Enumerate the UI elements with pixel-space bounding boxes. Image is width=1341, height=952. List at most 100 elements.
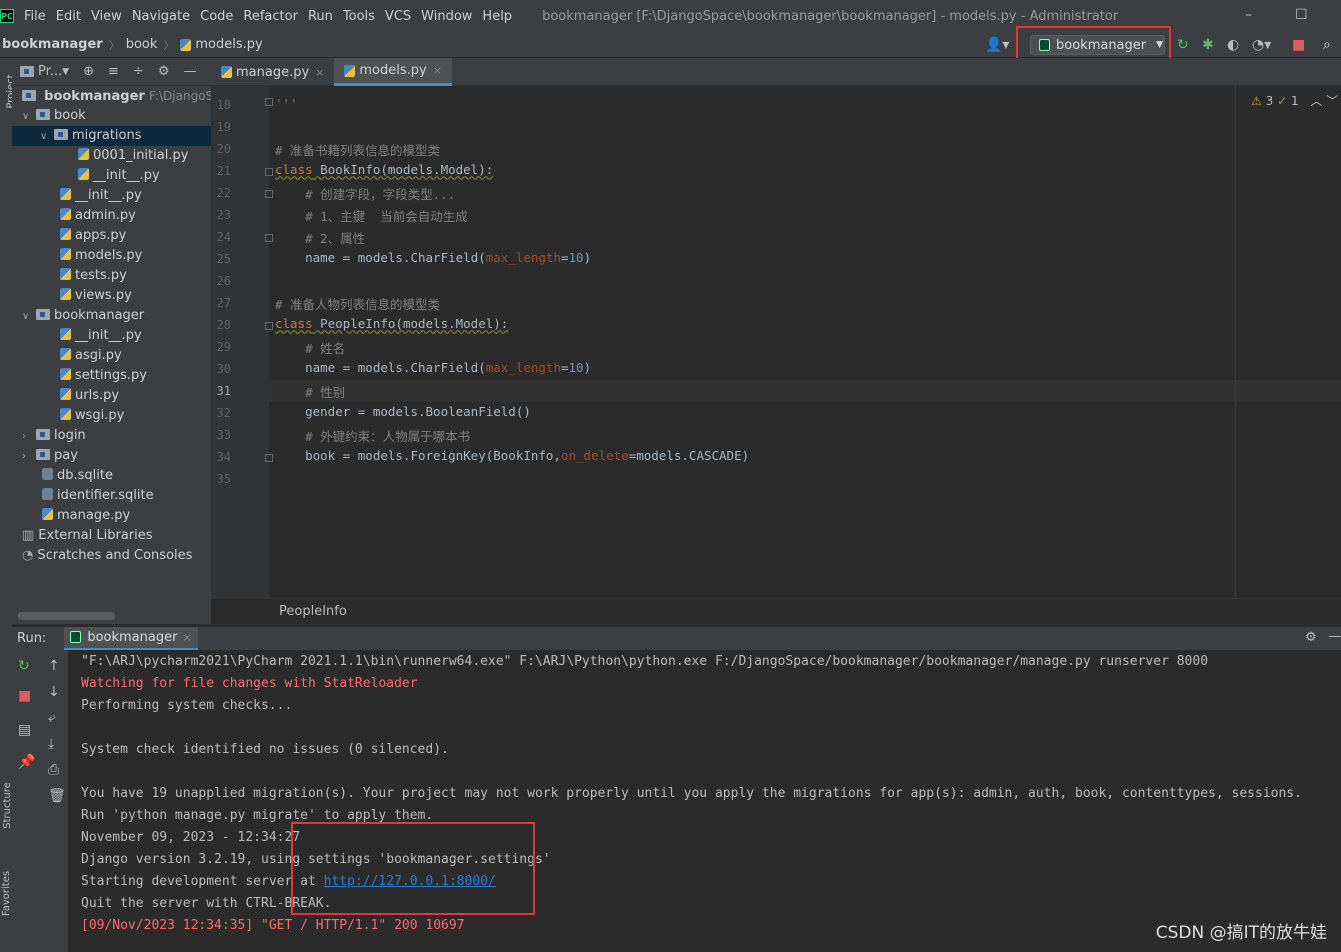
tree-item-bm-init[interactable]: __init__.py	[60, 326, 142, 346]
breadcrumb-book[interactable]: book	[126, 37, 158, 52]
tree-item-migrations[interactable]: ∨ migrations	[12, 126, 211, 146]
breadcrumb-file[interactable]: models.py	[195, 37, 262, 52]
arrow-up-icon[interactable]: ↑	[48, 658, 60, 674]
tree-item-0001-initial[interactable]: 0001_initial.py	[78, 146, 188, 166]
chevron-up-icon[interactable]: ︿	[1310, 94, 1322, 108]
rerun-icon[interactable]: ↻	[18, 658, 30, 674]
profile-icon[interactable]: ◔▾	[1252, 37, 1271, 53]
tree-item-admin[interactable]: admin.py	[60, 206, 136, 226]
run-console[interactable]: "F:\ARJ\pycharm2021\PyCharm 2021.1.1\bin…	[68, 650, 1341, 952]
tree-item-urls[interactable]: urls.py	[60, 386, 119, 406]
hide-icon[interactable]: —	[1328, 629, 1341, 644]
print-icon[interactable]: ⎙	[48, 762, 59, 778]
tree-item-label: apps.py	[75, 228, 127, 243]
chevron-down-icon: ▼	[62, 66, 70, 77]
tree-item-tests[interactable]: tests.py	[60, 266, 127, 286]
pin-icon[interactable]: 📌	[18, 754, 35, 770]
tree-item-label: admin.py	[75, 208, 136, 223]
menu-help[interactable]: Help	[482, 9, 512, 24]
code-line-29: # 姓名	[275, 341, 346, 356]
gear-icon[interactable]: ⚙	[1305, 630, 1317, 645]
code-line-25: name = models.CharField(max_length=10)	[275, 250, 592, 265]
menu-edit[interactable]: Edit	[56, 9, 81, 24]
tree-item-wsgi[interactable]: wsgi.py	[60, 406, 124, 426]
line-number: 27	[216, 296, 231, 310]
tree-item-asgi[interactable]: asgi.py	[60, 346, 122, 366]
layout-icon[interactable]: ▤	[18, 722, 31, 738]
tree-item-migrations-init[interactable]: __init__.py	[78, 166, 160, 186]
trash-icon[interactable]: 🗑	[48, 788, 66, 804]
fold-marker-icon[interactable]	[265, 190, 273, 198]
locate-icon[interactable]: ⊕	[83, 64, 94, 79]
expand-all-icon[interactable]: ≡	[108, 64, 119, 79]
menu-window[interactable]: Window	[421, 9, 472, 24]
menu-refactor[interactable]: Refactor	[243, 9, 298, 24]
tree-item-book-init[interactable]: __init__.py	[60, 186, 142, 206]
collapse-all-icon[interactable]: ÷	[133, 64, 144, 79]
fold-marker-icon[interactable]	[265, 454, 273, 462]
search-icon[interactable]: ⌕	[1323, 37, 1331, 53]
menu-navigate[interactable]: Navigate	[132, 9, 190, 24]
coverage-icon[interactable]: ◐	[1227, 37, 1239, 53]
tree-item-book[interactable]: ∨ book	[22, 106, 86, 126]
tree-item-settings[interactable]: settings.py	[60, 366, 147, 386]
tab-manage-py[interactable]: manage.py ×	[211, 58, 334, 86]
tree-item-login[interactable]: › login	[22, 426, 86, 446]
database-file-icon	[42, 468, 53, 480]
project-scrollbar[interactable]	[18, 612, 115, 620]
close-icon[interactable]: ×	[182, 631, 191, 644]
tree-item-scratches[interactable]: ◔ Scratches and Consoles	[22, 546, 192, 566]
rerun-icon[interactable]: ↻	[1177, 37, 1189, 53]
tree-item-external-libraries[interactable]: ▥ External Libraries	[22, 526, 153, 546]
tree-item-bookmanager[interactable]: ∨ bookmanager	[22, 306, 144, 326]
line-number: 22	[216, 186, 231, 200]
run-tab-bookmanager[interactable]: bookmanager ×	[64, 626, 198, 651]
close-icon[interactable]: ×	[315, 66, 324, 79]
stop-icon[interactable]: ■	[18, 688, 31, 704]
code-line-28: class PeopleInfo(models.Model):	[275, 316, 509, 331]
fold-marker-icon[interactable]	[265, 98, 273, 106]
line-number: 21	[216, 164, 231, 178]
chevron-down-icon[interactable]: ﹀	[1326, 94, 1338, 108]
code-editor[interactable]: 18 19 20 21 22 23 24 25 26 27 28 29 30 3…	[211, 86, 1341, 598]
menu-vcs[interactable]: VCS	[385, 9, 411, 24]
tree-item-apps[interactable]: apps.py	[60, 226, 126, 246]
fold-marker-icon[interactable]	[265, 168, 273, 176]
tree-item-label: tests.py	[75, 268, 127, 283]
breadcrumb-project[interactable]: bookmanager	[2, 37, 103, 52]
scroll-to-end-icon[interactable]: ⤓	[48, 736, 54, 752]
stop-icon[interactable]: ■	[1292, 37, 1305, 53]
tree-item-db-sqlite[interactable]: db.sqlite	[42, 466, 113, 486]
tree-item-identifier-sqlite[interactable]: identifier.sqlite	[42, 486, 154, 506]
line-number: 32	[216, 406, 231, 420]
tree-item-pay[interactable]: › pay	[22, 446, 78, 466]
fold-marker-icon[interactable]	[265, 234, 273, 242]
tree-root[interactable]: bookmanager F:\DjangoSpa	[22, 86, 228, 106]
minimize-button[interactable]: –	[1245, 7, 1252, 23]
code-breadcrumb[interactable]: PeopleInfo	[211, 598, 1341, 624]
tree-item-manage[interactable]: manage.py	[42, 506, 130, 526]
tree-item-models[interactable]: models.py	[60, 246, 142, 266]
soft-wrap-icon[interactable]: ⤶	[48, 710, 56, 726]
menu-code[interactable]: Code	[200, 9, 233, 24]
inspection-widget[interactable]: ⚠ 3 ✓ 1 ︿ ﹀	[1251, 92, 1338, 109]
user-icon[interactable]: 👤▾	[985, 37, 1009, 53]
tree-item-label: pay	[54, 448, 78, 463]
menu-run[interactable]: Run	[308, 9, 333, 24]
gear-icon[interactable]: ⚙	[158, 64, 170, 79]
tab-models-py[interactable]: models.py ×	[334, 58, 452, 86]
project-view-select[interactable]: Pr...	[38, 64, 62, 79]
menu-view[interactable]: View	[91, 9, 122, 24]
fold-marker-icon[interactable]	[265, 322, 273, 330]
debug-icon[interactable]: ✱	[1202, 37, 1214, 53]
hide-icon[interactable]: —	[183, 64, 196, 79]
warning-icon: ⚠	[1251, 94, 1262, 108]
maximize-button[interactable]: ☐	[1295, 7, 1308, 23]
close-icon[interactable]: ×	[433, 64, 442, 77]
folder-icon	[22, 90, 36, 101]
tree-item-views[interactable]: views.py	[60, 286, 132, 306]
tab-favorites[interactable]: Favorites	[1, 871, 12, 916]
menu-file[interactable]: File	[24, 9, 46, 24]
menu-tools[interactable]: Tools	[343, 9, 375, 24]
arrow-down-icon[interactable]: ↓	[48, 684, 60, 700]
